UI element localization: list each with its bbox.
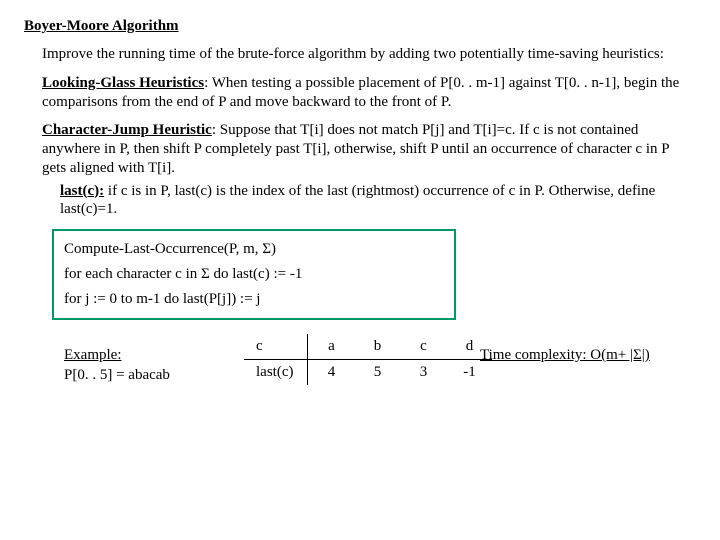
looking-glass-heuristic: Looking-Glass Heuristics: When testing a… [42, 74, 696, 112]
time-complexity: Time complexity: O(m+ |Σ|) [480, 347, 650, 364]
algorithm-box: Compute-Last-Occurrence(P, m, Σ) for eac… [52, 229, 456, 320]
table-cell: b [354, 334, 400, 360]
lastc-name: last(c): [60, 183, 104, 199]
table-cell: a [308, 334, 355, 360]
lastc-text: if c is in P, last(c) is the index of th… [60, 183, 655, 218]
algo-header: Compute-Last-Occurrence(P, m, Σ) [64, 241, 444, 258]
intro-paragraph: Improve the running time of the brute-fo… [42, 45, 696, 64]
table-row: last(c) 4 5 3 -1 [244, 360, 492, 386]
table-row: c a b c d [244, 334, 492, 360]
character-jump-heuristic: Character-Jump Heuristic: Suppose that T… [42, 121, 696, 177]
table-cell: c [400, 334, 446, 360]
character-jump-name: Character-Jump Heuristic [42, 122, 212, 138]
example-label-2: P[0. . 5] = abacab [64, 367, 170, 383]
table-cell: 3 [400, 360, 446, 386]
looking-glass-name: Looking-Glass Heuristics [42, 75, 204, 91]
table-header-c: c [244, 334, 308, 360]
table-header-lastc: last(c) [244, 360, 308, 386]
example-label: Example: P[0. . 5] = abacab [64, 334, 194, 385]
page-title: Boyer-Moore Algorithm [24, 18, 696, 35]
table-cell: 5 [354, 360, 400, 386]
example-label-1: Example: [64, 347, 121, 363]
example-table: c a b c d last(c) 4 5 3 -1 [244, 334, 492, 385]
algo-line-1: for each character c in Σ do last(c) := … [64, 266, 444, 283]
table-cell: 4 [308, 360, 355, 386]
algo-line-2: for j := 0 to m-1 do last(P[j]) := j [64, 291, 444, 308]
lastc-definition: last(c): if c is in P, last(c) is the in… [60, 182, 696, 220]
